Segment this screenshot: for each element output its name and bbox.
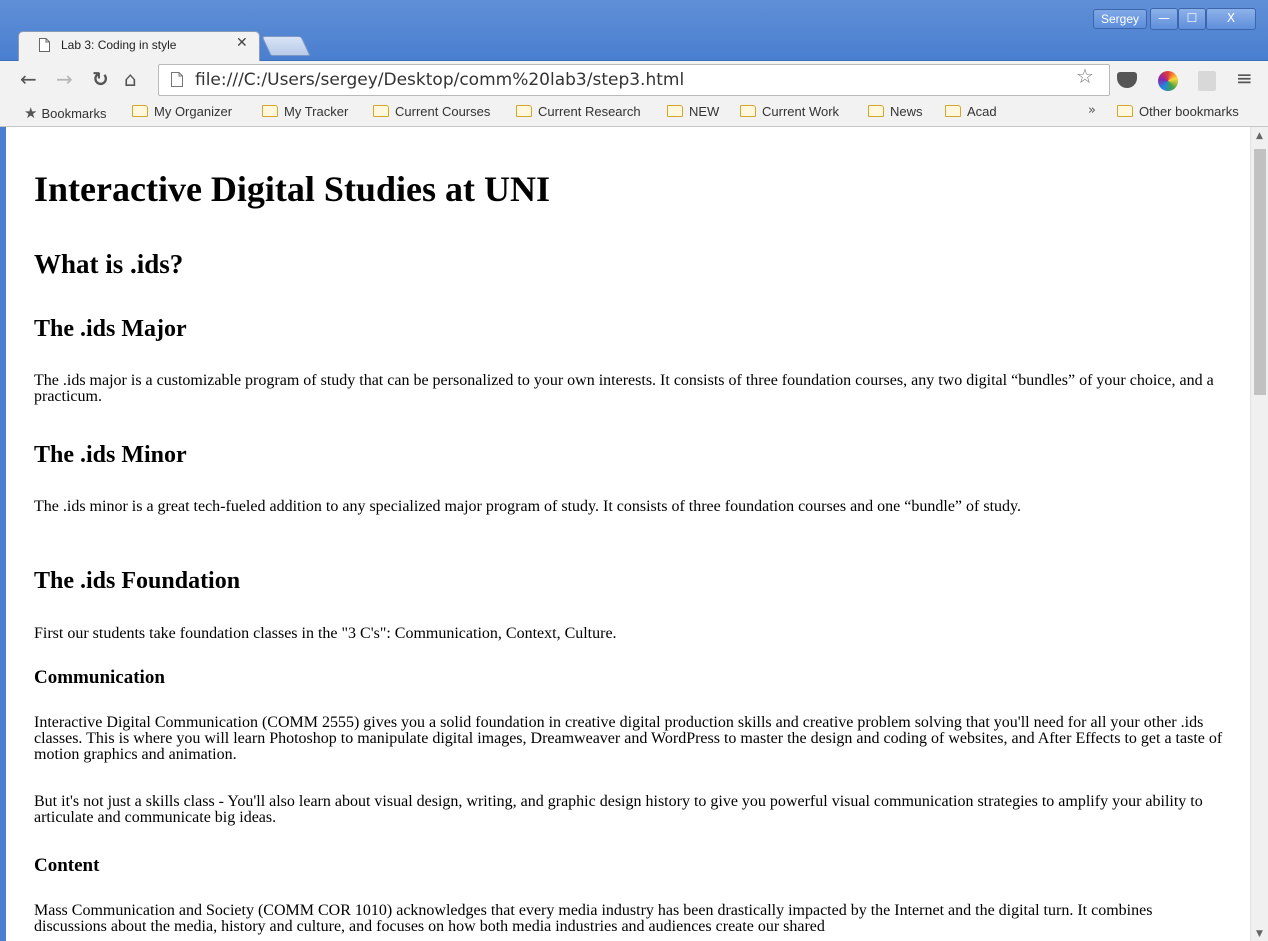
bookmark-folder[interactable]: News [868,104,923,120]
bookmark-folder[interactable]: Current Research [516,104,641,120]
paragraph-ids-minor: The .ids minor is a great tech-fueled ad… [34,498,1021,515]
pocket-icon[interactable] [1117,72,1137,88]
browser-toolbar: ← → ↻ ⌂ file:///C:/Users/sergey/Desktop/… [0,61,1268,99]
forward-icon[interactable]: → [56,67,73,91]
close-icon[interactable]: ✕ [236,35,248,51]
pdf-icon[interactable] [1198,71,1216,91]
star-icon: ★ [24,104,38,122]
bookmark-folder[interactable]: NEW [667,104,719,120]
scrollbar-thumb[interactable] [1254,149,1266,395]
heading-ids-major: The .ids Major [34,316,187,342]
minimize-button[interactable]: — [1150,8,1178,30]
folder-icon [667,105,683,117]
menu-icon[interactable]: ≡ [1236,66,1253,90]
folder-icon [740,105,756,117]
bookmark-folder[interactable]: Acad [945,104,997,120]
folder-icon [262,105,278,117]
bookmark-folder-label: My Tracker [284,104,349,119]
bookmarks-label: Bookmarks [41,106,107,121]
maximize-button[interactable]: ☐ [1178,8,1206,30]
profile-button[interactable]: Sergey [1093,9,1148,29]
vertical-scrollbar[interactable]: ▲ ▼ [1250,127,1268,941]
heading-ids-minor: The .ids Minor [34,442,187,468]
page-viewport: Interactive Digital Studies at UNI What … [0,127,1268,941]
bookmark-folder-label: My Organizer [154,104,233,119]
colorwheel-icon[interactable] [1158,71,1178,91]
bookmark-folder[interactable]: My Tracker [262,104,348,120]
bookmark-folder-label: NEW [689,104,720,119]
more-bookmarks-icon[interactable]: » [1088,103,1096,118]
paragraph-communication: Interactive Digital Communication (COMM … [34,714,1223,763]
heading-ids-foundation: The .ids Foundation [34,568,241,594]
paragraph-ids-major: The .ids major is a customizable program… [34,372,1214,405]
bookmark-folder[interactable]: My Organizer [132,104,232,120]
new-tab-button[interactable] [261,36,311,56]
paragraph-content: Mass Communication and Society (COMM COR… [34,902,1153,935]
page-title: Interactive Digital Studies at UNI [34,169,550,209]
bookmark-folder-label: News [890,104,923,119]
browser-tab[interactable]: Lab 3: Coding in style ✕ [18,31,260,61]
back-icon[interactable]: ← [20,67,37,91]
tab-title: Lab 3: Coding in style [61,38,177,52]
folder-icon [373,105,389,117]
reload-icon[interactable]: ↻ [92,67,109,91]
heading-communication: Communication [34,667,165,688]
bookmark-folder[interactable]: Current Courses [373,104,490,120]
folder-icon [1117,105,1133,117]
folder-icon [132,105,148,117]
bookmarks-item[interactable]: ★ Bookmarks [24,104,106,122]
scroll-up-icon[interactable]: ▲ [1256,131,1263,141]
window-title-bar: Sergey — ☐ X Lab 3: Coding in style ✕ [0,0,1268,61]
paragraph-communication-2: But it's not just a skills class - You'l… [34,793,1203,826]
home-icon[interactable]: ⌂ [124,67,137,91]
bookmark-folder-label: Current Courses [395,104,491,119]
page-icon [39,38,50,52]
heading-content: Content [34,855,100,876]
page-icon [171,72,183,87]
bookmark-folder[interactable]: Current Work [740,104,839,120]
other-bookmarks[interactable]: Other bookmarks [1117,104,1239,120]
bookmarks-bar: ★ Bookmarks My Organizer My Tracker Curre… [0,99,1268,127]
bookmark-folder-label: Current Work [762,104,840,119]
close-window-button[interactable]: X [1206,8,1256,30]
heading-what-is-ids: What is .ids? [34,249,184,279]
scroll-down-icon[interactable]: ▼ [1256,929,1263,939]
bookmark-folder-label: Current Research [538,104,641,119]
star-icon[interactable]: ☆ [1076,64,1094,88]
bookmark-folder-label: Acad [967,104,997,119]
folder-icon [945,105,961,117]
paragraph-ids-foundation: First our students take foundation class… [34,625,617,642]
folder-icon [516,105,532,117]
folder-icon [868,105,884,117]
other-bookmarks-label: Other bookmarks [1139,104,1239,119]
url-text[interactable]: file:///C:/Users/sergey/Desktop/comm%20l… [195,70,684,90]
address-bar[interactable]: file:///C:/Users/sergey/Desktop/comm%20l… [158,64,1110,96]
